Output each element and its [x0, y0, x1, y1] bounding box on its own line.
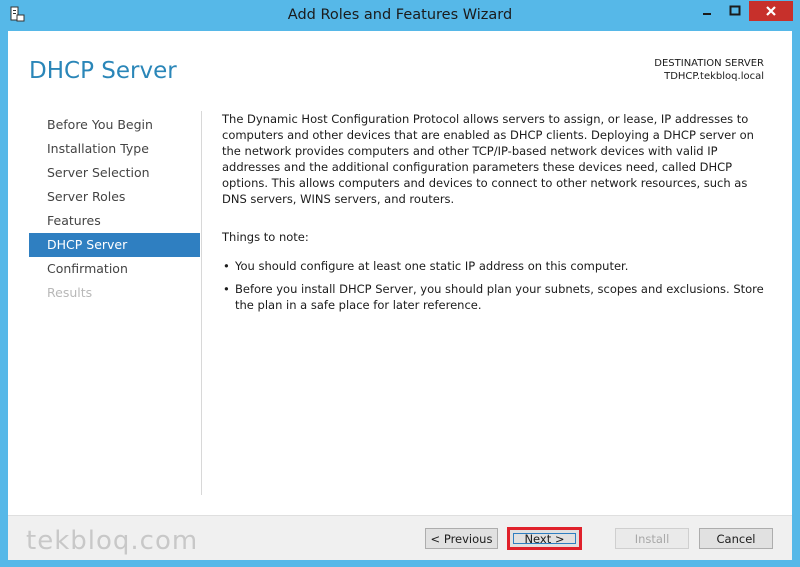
- wizard-footer: tekbloq.com < Previous Next > Install Ca…: [8, 515, 792, 560]
- close-button[interactable]: [749, 1, 793, 21]
- notes-title: Things to note:: [222, 230, 309, 244]
- nav-item-confirmation[interactable]: Confirmation: [29, 257, 200, 281]
- nav-item-server-roles[interactable]: Server Roles: [29, 185, 200, 209]
- close-icon: [765, 2, 777, 21]
- title-bar[interactable]: Add Roles and Features Wizard: [0, 0, 800, 30]
- nav-item-dhcp-server[interactable]: DHCP Server: [29, 233, 200, 257]
- list-item: You should configure at least one static…: [222, 258, 772, 274]
- nav-item-installation-type[interactable]: Installation Type: [29, 137, 200, 161]
- nav-item-before-you-begin[interactable]: Before You Begin: [29, 113, 200, 137]
- wizard-nav: Before You Begin Installation Type Serve…: [29, 113, 200, 305]
- window-title: Add Roles and Features Wizard: [287, 7, 513, 23]
- wizard-window: Add Roles and Features Wizard DHCP Serve…: [0, 0, 800, 567]
- page-title: DHCP Server: [29, 58, 177, 84]
- maximize-icon: [729, 2, 741, 21]
- nav-item-server-selection[interactable]: Server Selection: [29, 161, 200, 185]
- watermark: tekbloq.com: [26, 526, 199, 556]
- maximize-button[interactable]: [721, 1, 749, 21]
- destination-server-name: TDHCP.tekbloq.local: [664, 71, 764, 82]
- next-button[interactable]: Next >: [507, 527, 582, 550]
- content-pane: The Dynamic Host Configuration Protocol …: [222, 111, 772, 320]
- notes-list: You should configure at least one static…: [222, 258, 772, 313]
- destination-label: DESTINATION SERVER: [654, 58, 764, 69]
- list-item: Before you install DHCP Server, you shou…: [222, 281, 772, 313]
- minimize-button[interactable]: [693, 1, 721, 21]
- nav-divider: [201, 111, 202, 495]
- cancel-button[interactable]: Cancel: [699, 528, 773, 549]
- dhcp-description: The Dynamic Host Configuration Protocol …: [222, 112, 754, 206]
- install-button: Install: [615, 528, 689, 549]
- minimize-icon: [701, 2, 713, 21]
- nav-item-results: Results: [47, 285, 93, 300]
- previous-button[interactable]: < Previous: [425, 528, 498, 549]
- nav-item-features[interactable]: Features: [29, 209, 200, 233]
- wizard-client-area: DHCP Server DESTINATION SERVER TDHCP.tek…: [8, 31, 792, 560]
- destination-server-info: DESTINATION SERVER TDHCP.tekbloq.local: [654, 57, 764, 83]
